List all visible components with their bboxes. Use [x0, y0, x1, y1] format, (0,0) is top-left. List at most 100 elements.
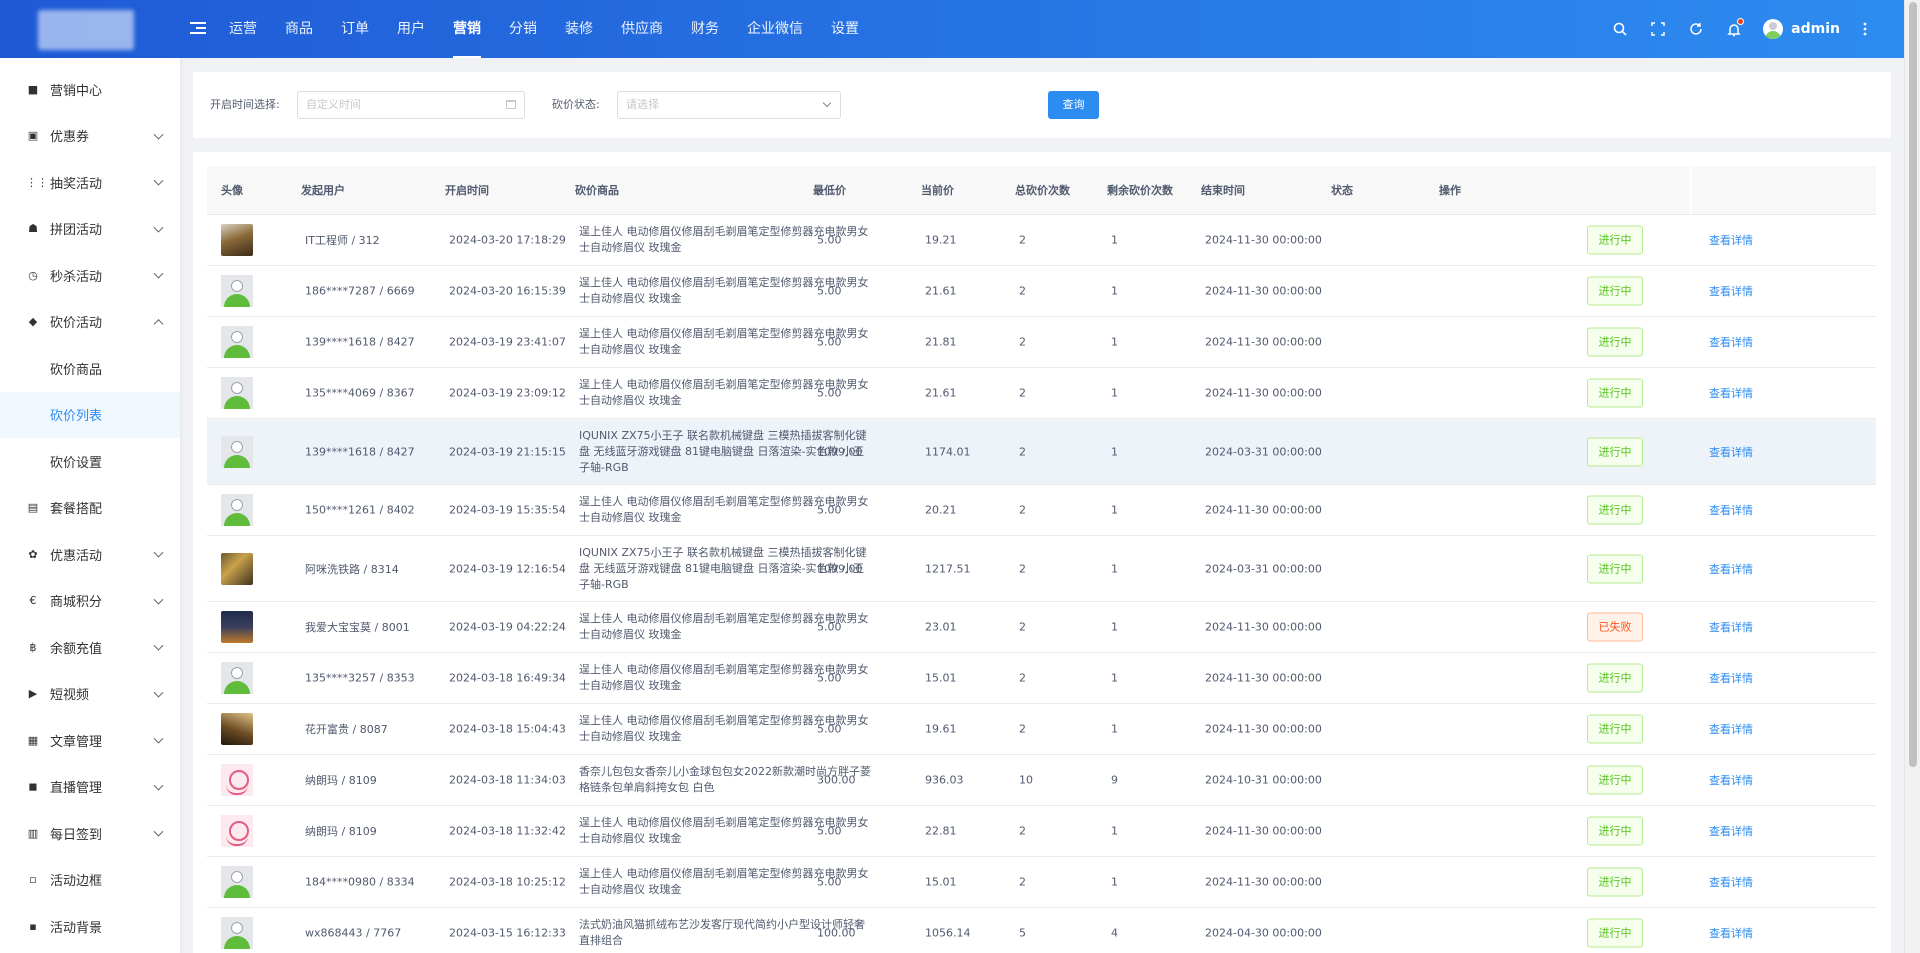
scrollbar-thumb[interactable] — [1909, 2, 1917, 767]
sidebar-item-0[interactable]: ■ 营销中心 — [0, 66, 180, 113]
sidebar-item-6[interactable]: ▤ 套餐搭配 — [0, 485, 180, 532]
sidebar-subitem-1[interactable]: 砍价列表 — [0, 391, 180, 438]
cell-end: 2024-11-30 00:00:00 — [1205, 824, 1322, 838]
filter-bar: 开启时间选择: 自定义时间 砍价状态: 请选择 查询 — [193, 72, 1891, 138]
cell-start: 2024-03-18 15:04:43 — [449, 722, 566, 736]
view-detail-link[interactable]: 查看详情 — [1709, 561, 1753, 577]
sidebar-item-8[interactable]: € 商城积分 — [0, 578, 180, 625]
table-row: 139****1618 / 8427 2024-03-19 23:41:07 逞上佳… — [207, 317, 1876, 368]
sidebar-item-13[interactable]: ▥ 每日签到 — [0, 810, 180, 857]
view-detail-link[interactable]: 查看详情 — [1709, 619, 1753, 635]
cell-start: 2024-03-18 11:32:42 — [449, 824, 566, 838]
menu-collapse-icon[interactable] — [190, 19, 206, 35]
cell-end: 2024-11-30 00:00:00 — [1205, 875, 1322, 889]
cell-total: 2 — [1019, 875, 1026, 889]
live-icon: ◼ — [28, 780, 38, 794]
cell-user: 纳朗玛 / 8109 — [305, 825, 377, 838]
sidebar-item-7[interactable]: ✿ 优惠活动 — [0, 531, 180, 578]
sidebar-item-label: 营销中心 — [50, 83, 103, 99]
view-detail-link[interactable]: 查看详情 — [1709, 232, 1753, 248]
cell-end: 2024-11-30 00:00:00 — [1205, 671, 1322, 685]
sidebar-item-label: 抽奖活动 — [50, 176, 103, 192]
user-avatar — [221, 326, 253, 358]
nav-item-4[interactable]: 营销 — [439, 0, 495, 58]
sidebar-item-4[interactable]: ◷ 秒杀活动 — [0, 252, 180, 299]
sidebar-item-15[interactable]: ▪ 活动背景 — [0, 903, 180, 950]
cell-end: 2024-11-30 00:00:00 — [1205, 284, 1322, 298]
column-header-8: 结束时间 — [1201, 184, 1245, 197]
more-icon[interactable] — [1854, 18, 1876, 40]
cell-cur: 1056.14 — [925, 926, 971, 940]
user-avatar — [221, 917, 253, 949]
nav-item-0[interactable]: 运营 — [215, 0, 271, 58]
view-detail-link[interactable]: 查看详情 — [1709, 823, 1753, 839]
sidebar-item-14[interactable]: ▫ 活动边框 — [0, 857, 180, 904]
sidebar-item-5[interactable]: ◆ 砍价活动 — [0, 299, 180, 346]
view-detail-link[interactable]: 查看详情 — [1709, 670, 1753, 686]
chevron-down-icon — [153, 268, 164, 279]
cell-end: 2024-11-30 00:00:00 — [1205, 722, 1322, 736]
admin-avatar[interactable] — [1763, 19, 1784, 39]
tag-icon: ◆ — [28, 315, 38, 329]
nav-item-7[interactable]: 供应商 — [607, 0, 677, 58]
nav-item-5[interactable]: 分销 — [495, 0, 551, 58]
cell-end: 2024-04-30 00:00:00 — [1205, 926, 1322, 940]
status-select[interactable]: 请选择 — [617, 91, 841, 119]
view-detail-link[interactable]: 查看详情 — [1709, 283, 1753, 299]
sidebar-item-1[interactable]: ▣ 优惠券 — [0, 113, 180, 160]
chevron-down-icon — [153, 547, 164, 558]
nav-item-1[interactable]: 商品 — [271, 0, 327, 58]
sidebar-item-2[interactable]: ⋮⋮ 抽奖活动 — [0, 159, 180, 206]
bargain-table: 头像 发起用户 开启时间 砍价商品 最低价 当前价 总砍价次数 剩余砍价次数 结束时间 状态 操作 … — [207, 166, 1876, 953]
nav-item-10[interactable]: 设置 — [817, 0, 873, 58]
cell-remain: 1 — [1111, 875, 1118, 889]
sidebar-item-9[interactable]: ฿ 余额充值 — [0, 624, 180, 671]
nav-item-9[interactable]: 企业微信 — [733, 0, 817, 58]
view-detail-link[interactable]: 查看详情 — [1709, 925, 1753, 941]
view-detail-link[interactable]: 查看详情 — [1709, 874, 1753, 890]
header-actions: admin — [1593, 0, 1876, 58]
username[interactable]: admin — [1791, 21, 1840, 37]
cell-remain: 9 — [1111, 773, 1118, 787]
sidebar-item-3[interactable]: ☗ 拼团活动 — [0, 206, 180, 253]
chevron-down-icon — [153, 129, 164, 140]
view-detail-link[interactable]: 查看详情 — [1709, 334, 1753, 350]
column-header-9: 状态 — [1331, 184, 1353, 197]
table-row: wx868443 / 7767 2024-03-15 16:12:33 法式奶油风猫… — [207, 908, 1876, 953]
table-row: 花开富贵 / 8087 2024-03-18 15:04:43 逞上佳人 电动修眉仪… — [207, 704, 1876, 755]
gift-icon: ✿ — [28, 547, 38, 561]
cell-cur: 21.61 — [925, 284, 957, 298]
view-detail-link[interactable]: 查看详情 — [1709, 721, 1753, 737]
time-range-input[interactable]: 自定义时间 — [297, 91, 525, 119]
sidebar-item-10[interactable]: ▶ 短视频 — [0, 671, 180, 718]
view-detail-link[interactable]: 查看详情 — [1709, 385, 1753, 401]
fullscreen-icon[interactable] — [1647, 18, 1669, 40]
nav-item-8[interactable]: 财务 — [677, 0, 733, 58]
nav-item-3[interactable]: 用户 — [383, 0, 439, 58]
view-detail-link[interactable]: 查看详情 — [1709, 502, 1753, 518]
sidebar-subitem-0[interactable]: 砍价商品 — [0, 345, 180, 392]
bell-icon[interactable] — [1723, 18, 1745, 40]
query-button[interactable]: 查询 — [1048, 91, 1099, 119]
sidebar-item-11[interactable]: ▦ 文章管理 — [0, 717, 180, 764]
status-select-placeholder: 请选择 — [626, 98, 659, 111]
brand-logo[interactable] — [38, 10, 134, 50]
view-detail-link[interactable]: 查看详情 — [1709, 444, 1753, 460]
nav-item-2[interactable]: 订单 — [327, 0, 383, 58]
column-header-4: 最低价 — [813, 184, 846, 197]
status-badge: 进行中 — [1587, 867, 1643, 897]
user-avatar — [221, 662, 253, 694]
search-icon[interactable] — [1609, 18, 1631, 40]
nav-item-6[interactable]: 装修 — [551, 0, 607, 58]
page-scrollbar[interactable] — [1904, 0, 1920, 953]
sidebar-item-12[interactable]: ◼ 直播管理 — [0, 764, 180, 811]
cell-user: 纳朗玛 / 8109 — [305, 774, 377, 787]
sidebar-subitem-2[interactable]: 砍价设置 — [0, 438, 180, 485]
cell-user: 186****7287 / 6669 — [305, 284, 415, 298]
cell-user: 150****1261 / 8402 — [305, 503, 415, 517]
view-detail-link[interactable]: 查看详情 — [1709, 772, 1753, 788]
sidebar-item-label: 优惠活动 — [50, 548, 103, 564]
status-badge: 进行中 — [1587, 554, 1643, 583]
refresh-icon[interactable] — [1685, 18, 1707, 40]
status-badge: 进行中 — [1587, 495, 1643, 525]
